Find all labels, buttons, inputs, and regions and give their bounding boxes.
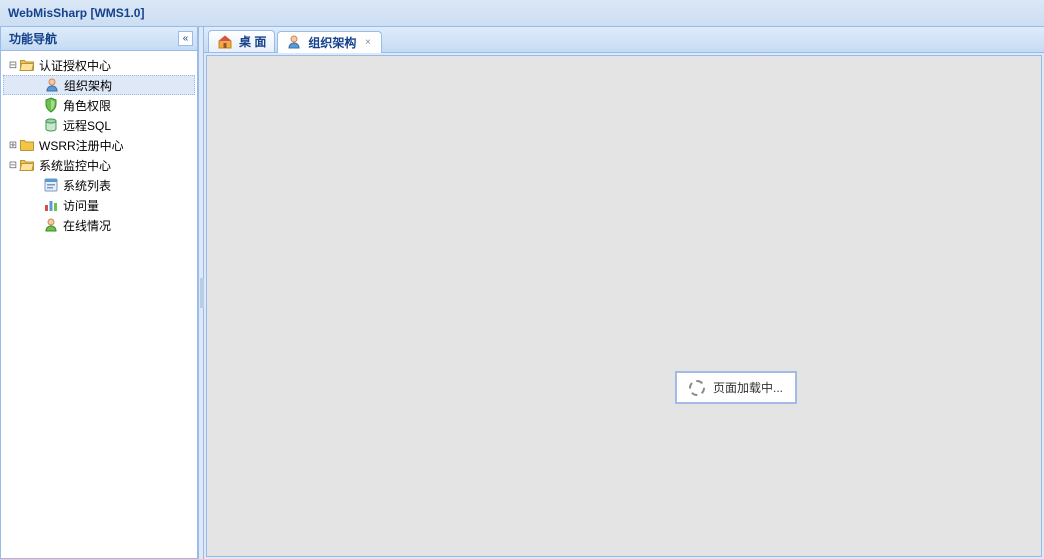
tree-node-label: 组织架构 bbox=[62, 77, 112, 94]
tree-node-label: WSRR注册中心 bbox=[37, 137, 124, 154]
tree-node-remote-sql[interactable]: ·远程SQL bbox=[3, 115, 195, 135]
content-pane: 页面加载中... bbox=[206, 55, 1042, 557]
toggle-icon[interactable]: ⊟ bbox=[7, 160, 19, 171]
tab-close-button[interactable]: × bbox=[362, 37, 373, 48]
folder-icon bbox=[19, 137, 35, 153]
toggle-icon[interactable]: ⊟ bbox=[7, 60, 19, 71]
content-area: 桌 面 组织架构 × 页面加载中... bbox=[204, 27, 1044, 559]
tree-node-label: 角色权限 bbox=[61, 97, 111, 114]
toggle-icon[interactable]: ⊞ bbox=[7, 140, 19, 151]
db-icon bbox=[43, 117, 59, 133]
loading-indicator: 页面加载中... bbox=[675, 371, 797, 404]
app-title: WebMisSharp [WMS1.0] bbox=[8, 6, 144, 20]
sidebar-collapse-button[interactable]: « bbox=[178, 31, 193, 46]
shield-icon bbox=[43, 97, 59, 113]
user-icon bbox=[286, 34, 302, 50]
tab-label: 组织架构 bbox=[308, 34, 356, 51]
tab-label: 桌 面 bbox=[239, 33, 266, 50]
tree-node-system-list[interactable]: ·系统列表 bbox=[3, 175, 195, 195]
tree-node-org-structure[interactable]: ·组织架构 bbox=[3, 75, 195, 95]
loading-text: 页面加载中... bbox=[713, 379, 783, 396]
home-icon bbox=[217, 34, 233, 50]
user-icon bbox=[44, 77, 60, 93]
tree-node-visits[interactable]: ·访问量 bbox=[3, 195, 195, 215]
tab-desktop[interactable]: 桌 面 bbox=[208, 30, 275, 52]
tree-node-auth-center[interactable]: ⊟ 认证授权中心 bbox=[3, 55, 195, 75]
splitter[interactable] bbox=[198, 27, 204, 559]
sidebar: 功能导航 « ⊟认证授权中心·组织架构·角色权限·远程SQL⊞WSRR注册中心⊟… bbox=[0, 27, 198, 559]
chart-icon bbox=[43, 197, 59, 213]
tree-node-monitor-center[interactable]: ⊟ 系统监控中心 bbox=[3, 155, 195, 175]
sidebar-title: 功能导航 bbox=[9, 30, 57, 47]
spinner-icon bbox=[689, 380, 705, 396]
sidebar-header: 功能导航 « bbox=[1, 27, 197, 51]
tree-node-label: 认证授权中心 bbox=[37, 57, 111, 74]
tabbar: 桌 面 组织架构 × bbox=[204, 27, 1044, 53]
tree-node-role-perm[interactable]: ·角色权限 bbox=[3, 95, 195, 115]
tree-node-online[interactable]: ·在线情况 bbox=[3, 215, 195, 235]
nav-tree: ⊟认证授权中心·组织架构·角色权限·远程SQL⊞WSRR注册中心⊟系统监控中心·… bbox=[1, 51, 197, 558]
app-icon bbox=[43, 177, 59, 193]
tree-node-label: 远程SQL bbox=[61, 117, 111, 134]
tree-node-label: 访问量 bbox=[61, 197, 99, 214]
tab-org-structure-tab[interactable]: 组织架构 × bbox=[277, 31, 382, 53]
tree-node-label: 系统监控中心 bbox=[37, 157, 111, 174]
folder-open-icon bbox=[19, 57, 35, 73]
tree-node-label: 在线情况 bbox=[61, 217, 111, 234]
app-titlebar: WebMisSharp [WMS1.0] bbox=[0, 0, 1044, 27]
user-green-icon bbox=[43, 217, 59, 233]
folder-open-icon bbox=[19, 157, 35, 173]
tree-node-label: 系统列表 bbox=[61, 177, 111, 194]
tree-node-wsrr-center[interactable]: ⊞ WSRR注册中心 bbox=[3, 135, 195, 155]
